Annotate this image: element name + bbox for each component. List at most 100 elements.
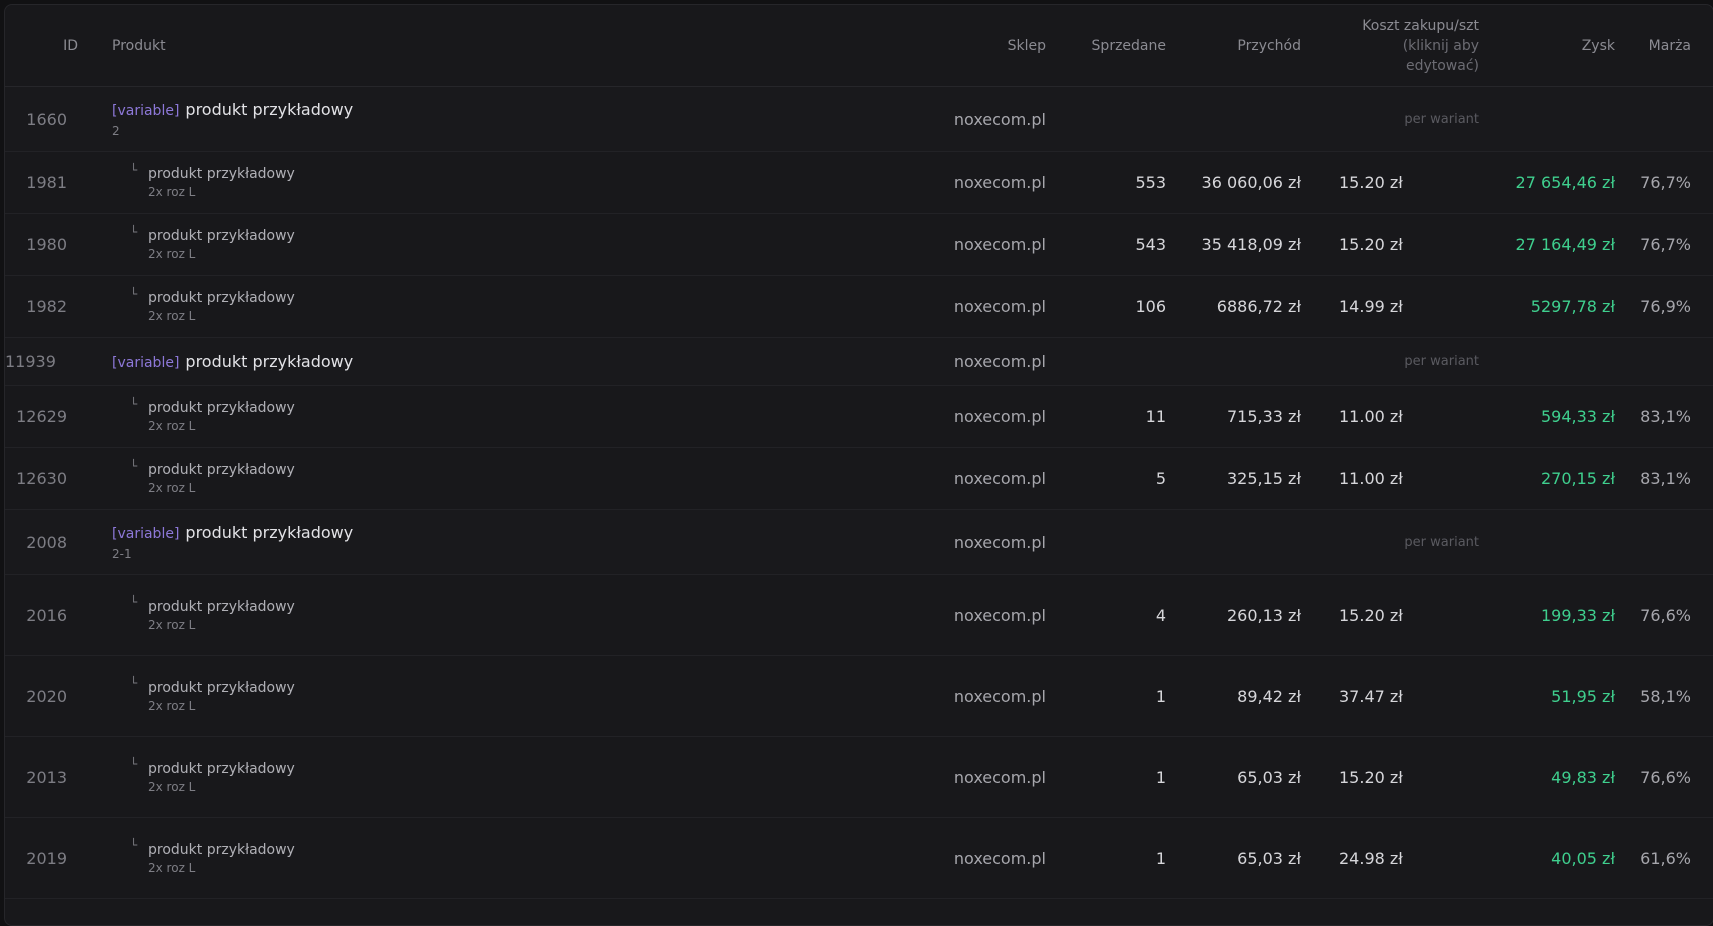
product-line: [variable] produkt przykładowy: [112, 523, 895, 542]
cell-id: 2019: [5, 817, 85, 899]
cell-margin: [1615, 337, 1713, 386]
cell-sold: 11: [1050, 385, 1166, 448]
table-row-variant[interactable]: 12630 └ produkt przykładowy 2x roz L noxecom…: [5, 447, 1713, 510]
cost-header-hint-1: (kliknij aby: [1402, 37, 1479, 54]
cell-product: [variable] produkt przykładowy 2: [85, 86, 895, 152]
cell-sold: 1: [1050, 817, 1166, 899]
branch-icon: └: [130, 286, 138, 301]
cell-revenue: 325,15 zł: [1166, 447, 1301, 510]
cell-profit: 49,83 zł: [1479, 736, 1615, 818]
cell-shop: noxecom.pl: [895, 817, 1050, 899]
variant-sub: 2x roz L: [148, 860, 196, 875]
cell-revenue: [1166, 509, 1301, 575]
cell-margin: 76,7%: [1615, 213, 1713, 276]
cell-product: └ produkt przykładowy 2x roz L: [85, 574, 895, 656]
cell-sold: [1050, 509, 1166, 575]
table-row-variant[interactable]: 2020 └ produkt przykładowy 2x roz L noxecom.…: [5, 655, 1713, 737]
variant-title: produkt przykładowy: [148, 400, 295, 416]
cell-product: └ produkt przykładowy 2x roz L: [85, 151, 895, 214]
table-row-variant[interactable]: 12629 └ produkt przykładowy 2x roz L noxecom…: [5, 385, 1713, 448]
cell-cost-editable[interactable]: 15.20 zł: [1301, 213, 1479, 276]
column-header-revenue[interactable]: Przychód: [1166, 5, 1301, 87]
variant-sub: 2x roz L: [148, 617, 196, 632]
cell-margin: 58,1%: [1615, 655, 1713, 737]
cell-revenue: [1166, 337, 1301, 386]
column-header-sold[interactable]: Sprzedane: [1050, 5, 1166, 87]
cell-profit: 27 164,49 zł: [1479, 213, 1615, 276]
cell-revenue: 715,33 zł: [1166, 385, 1301, 448]
cell-margin: 76,6%: [1615, 574, 1713, 656]
cell-sold: 4: [1050, 574, 1166, 656]
variable-tag: [variable]: [112, 526, 180, 542]
table-header: ID Produkt Sklep Sprzedane Przychód Kosz…: [5, 5, 1713, 87]
cell-cost-editable[interactable]: 15.20 zł: [1301, 736, 1479, 818]
variant-sub: 2x roz L: [148, 419, 196, 433]
cost-header-title: Koszt zakupu/szt: [1362, 17, 1479, 34]
column-header-margin[interactable]: Marża: [1615, 5, 1713, 87]
cell-cost-editable[interactable]: 15.20 zł: [1301, 574, 1479, 656]
cell-product: [variable] produkt przykładowy: [85, 337, 895, 386]
cell-cost-note: per wariant: [1301, 509, 1479, 575]
table-row-variable-product[interactable]: 1660 [variable] produkt przykładowy 2 noxeco…: [5, 86, 1713, 152]
cell-sold: [1050, 86, 1166, 152]
table-body: 1660 [variable] produkt przykładowy 2 noxeco…: [5, 86, 1713, 899]
variant-sub: 2x roz L: [148, 309, 196, 323]
cell-margin: 76,9%: [1615, 275, 1713, 338]
cell-shop: noxecom.pl: [895, 151, 1050, 214]
table-row-variant[interactable]: 1981 └ produkt przykładowy 2x roz L noxecom.…: [5, 151, 1713, 214]
cell-id: 1981: [5, 151, 85, 214]
cell-margin: 76,7%: [1615, 151, 1713, 214]
cell-margin: 83,1%: [1615, 447, 1713, 510]
cell-product: └ produkt przykładowy 2x roz L: [85, 817, 895, 899]
cell-revenue: 65,03 zł: [1166, 817, 1301, 899]
cell-revenue: 6886,72 zł: [1166, 275, 1301, 338]
column-header-cost[interactable]: Koszt zakupu/szt (kliknij aby edytować): [1301, 5, 1479, 87]
cell-cost-editable[interactable]: 37.47 zł: [1301, 655, 1479, 737]
cell-product: └ produkt przykładowy 2x roz L: [85, 275, 895, 338]
cell-cost-editable[interactable]: 11.00 zł: [1301, 385, 1479, 448]
variant-title: produkt przykładowy: [148, 228, 295, 244]
cell-profit: 270,15 zł: [1479, 447, 1615, 510]
table-row-variable-product[interactable]: 2008 [variable] produkt przykładowy 2-1 noxe…: [5, 509, 1713, 575]
product-line: [variable] produkt przykładowy: [112, 352, 895, 371]
cell-cost-editable[interactable]: 11.00 zł: [1301, 447, 1479, 510]
column-header-profit[interactable]: Zysk: [1479, 5, 1615, 87]
column-header-product[interactable]: Produkt: [85, 5, 895, 87]
variant-title: produkt przykładowy: [148, 290, 295, 306]
table-row-variant[interactable]: 1982 └ produkt przykładowy 2x roz L noxecom.…: [5, 275, 1713, 338]
product-line: [variable] produkt przykładowy: [112, 100, 895, 119]
table-row-variant[interactable]: 1980 └ produkt przykładowy 2x roz L noxecom.…: [5, 213, 1713, 276]
branch-icon: └: [130, 224, 138, 239]
table-row-variant[interactable]: 2013 └ produkt przykładowy 2x roz L noxecom.…: [5, 736, 1713, 818]
cell-shop: noxecom.pl: [895, 655, 1050, 737]
column-header-shop[interactable]: Sklep: [895, 5, 1050, 87]
branch-icon: └: [130, 595, 138, 609]
cell-shop: noxecom.pl: [895, 385, 1050, 448]
cell-cost-editable[interactable]: 15.20 zł: [1301, 151, 1479, 214]
column-header-id[interactable]: ID: [5, 5, 85, 87]
cell-product: └ produkt przykładowy 2x roz L: [85, 213, 895, 276]
cell-profit: 51,95 zł: [1479, 655, 1615, 737]
cell-profit: 40,05 zł: [1479, 817, 1615, 899]
cell-revenue: 89,42 zł: [1166, 655, 1301, 737]
table-row-variant[interactable]: 2016 └ produkt przykładowy 2x roz L noxecom.…: [5, 574, 1713, 656]
cell-profit: [1479, 509, 1615, 575]
cell-margin: [1615, 86, 1713, 152]
cell-id: 2008: [5, 509, 85, 575]
cell-cost-editable[interactable]: 24.98 zł: [1301, 817, 1479, 899]
table-row-variable-product[interactable]: 11939 [variable] produkt przykładowy noxeco…: [5, 337, 1713, 386]
cell-profit: 5297,78 zł: [1479, 275, 1615, 338]
cell-product: └ produkt przykładowy 2x roz L: [85, 385, 895, 448]
cell-cost-note: per wariant: [1301, 337, 1479, 386]
branch-icon: └: [130, 757, 138, 771]
cell-margin: 76,6%: [1615, 736, 1713, 818]
variable-tag: [variable]: [112, 103, 180, 119]
cell-sold: 1: [1050, 655, 1166, 737]
variant-sub: 2x roz L: [148, 185, 196, 199]
cell-id: 1980: [5, 213, 85, 276]
cell-id: 2013: [5, 736, 85, 818]
cell-revenue: [1166, 86, 1301, 152]
table-row-variant[interactable]: 2019 └ produkt przykładowy 2x roz L noxecom.…: [5, 817, 1713, 899]
cell-cost-editable[interactable]: 14.99 zł: [1301, 275, 1479, 338]
cell-shop: noxecom.pl: [895, 509, 1050, 575]
